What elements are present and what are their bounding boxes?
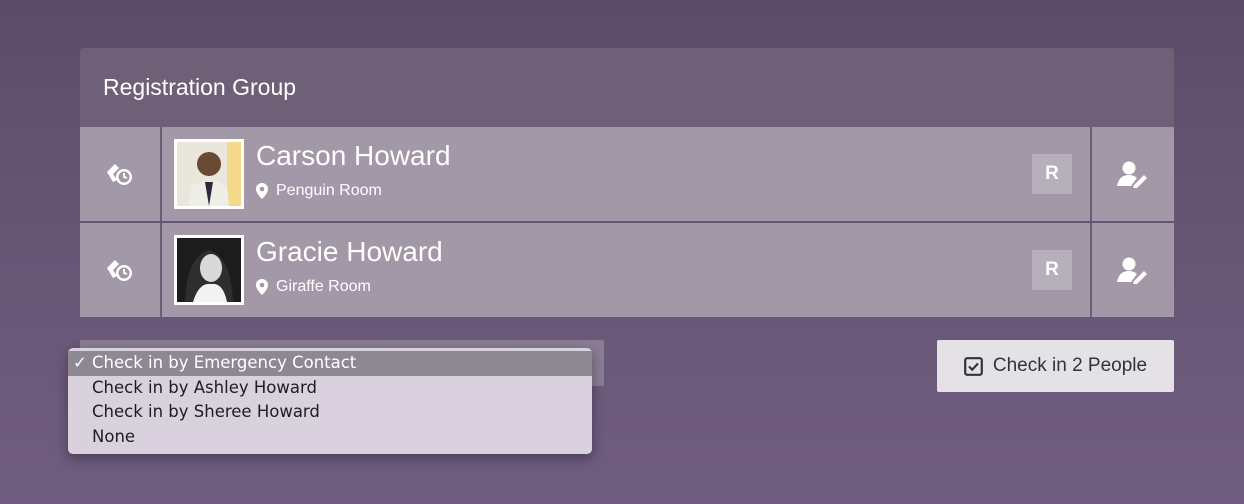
checkbox-checked-icon (963, 356, 983, 376)
registration-badge: R (1032, 250, 1072, 290)
edit-person-button[interactable] (1090, 223, 1174, 317)
edit-person-button[interactable] (1090, 127, 1174, 221)
person-details: Carson Howard Penguin Room (256, 140, 451, 200)
avatar (174, 139, 244, 209)
option-label: Check in by Sheree Howard (92, 402, 320, 421)
person-name: Gracie Howard (256, 236, 443, 267)
panel-title: Registration Group (103, 74, 297, 100)
room-label: Giraffe Room (276, 278, 371, 295)
person-details: Gracie Howard Giraffe Room (256, 236, 443, 296)
option-label: Check in by Ashley Howard (92, 377, 317, 397)
registration-group-panel: Registration Group Carson Howard Penguin… (80, 48, 1174, 319)
scale-clock-icon (107, 164, 132, 185)
weigh-button[interactable] (80, 223, 162, 317)
panel-header: Registration Group (80, 48, 1174, 127)
person-info[interactable]: Gracie Howard Giraffe Room R (162, 223, 1090, 317)
edit-person-icon (1117, 257, 1147, 284)
person-name: Carson Howard (256, 140, 451, 171)
map-pin-icon (256, 183, 268, 199)
checkmark-icon: ✓ (73, 353, 87, 372)
person-info[interactable]: Carson Howard Penguin Room R (162, 127, 1090, 221)
checkin-button-label: Check in 2 People (992, 355, 1148, 376)
dropdown-option[interactable]: ✓ Check in by Emergency Contact (68, 351, 592, 376)
person-room: Giraffe Room (256, 278, 443, 296)
checkin-by-dropdown-menu: ✓ Check in by Emergency Contact Check in… (68, 348, 592, 454)
scale-clock-icon (107, 260, 132, 281)
checkin-button[interactable]: Check in 2 People (937, 340, 1174, 392)
option-label: Check in by Emergency Contact (92, 353, 357, 372)
edit-person-icon (1117, 161, 1147, 188)
dropdown-option[interactable]: None (68, 425, 592, 450)
person-row: Gracie Howard Giraffe Room R (80, 223, 1174, 317)
registration-badge: R (1032, 154, 1072, 194)
person-room: Penguin Room (256, 182, 451, 200)
dropdown-option[interactable]: Check in by Sheree Howard (68, 400, 592, 425)
avatar-photo (177, 238, 241, 302)
dropdown-option[interactable]: Check in by Ashley Howard (68, 376, 592, 401)
weigh-button[interactable] (80, 127, 162, 221)
avatar (174, 235, 244, 305)
option-label: None (92, 426, 136, 446)
room-label: Penguin Room (276, 182, 382, 199)
person-row: Carson Howard Penguin Room R (80, 127, 1174, 221)
avatar-photo (177, 142, 241, 206)
map-pin-icon (256, 279, 268, 295)
